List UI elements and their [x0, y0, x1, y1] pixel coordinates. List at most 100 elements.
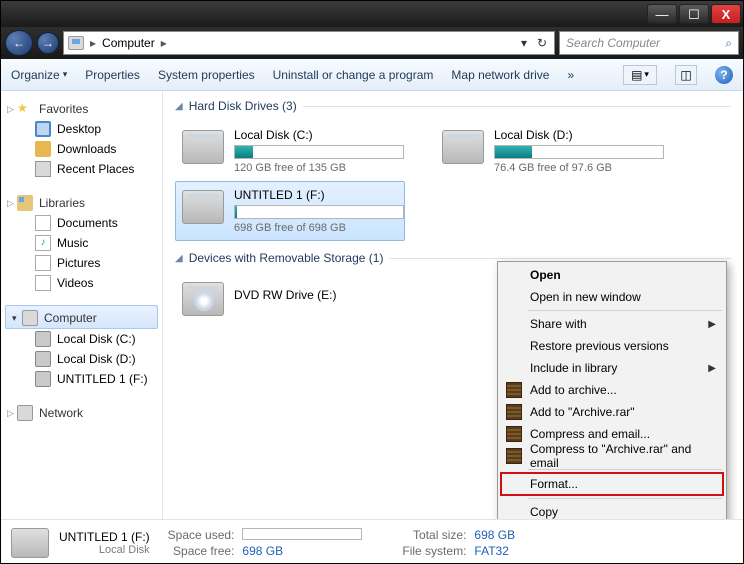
help-icon: ?	[720, 68, 727, 82]
caret-down-icon: ◢	[175, 101, 183, 112]
sidebar-favorites[interactable]: ▷★Favorites	[1, 97, 162, 119]
drive-dvd-rw[interactable]: DVD RW Drive (E:)	[175, 273, 405, 323]
pictures-icon	[35, 255, 51, 271]
ctx-add-archive[interactable]: Add to archive...	[500, 379, 724, 401]
minimize-icon: —	[656, 8, 669, 21]
address-bar[interactable]: ▸ Computer ▸ ▾ ↻	[63, 31, 555, 55]
ctx-include-library[interactable]: Include in library▶	[500, 357, 724, 379]
hdd-icon	[182, 190, 224, 224]
search-icon[interactable]: ⌕	[725, 36, 732, 51]
submenu-arrow-icon: ▶	[708, 363, 716, 374]
help-button[interactable]: ?	[715, 66, 733, 84]
ctx-add-archive-rar[interactable]: Add to "Archive.rar"	[500, 401, 724, 423]
address-dropdown[interactable]: ▾	[516, 36, 532, 50]
capacity-bar	[234, 145, 404, 159]
sidebar-disk-d[interactable]: Local Disk (D:)	[1, 349, 162, 369]
sidebar-documents[interactable]: Documents	[1, 213, 162, 233]
ctx-restore-versions[interactable]: Restore previous versions	[500, 335, 724, 357]
properties-button[interactable]: Properties	[85, 68, 140, 82]
navigation-pane: ▷★Favorites Desktop Downloads Recent Pla…	[1, 91, 163, 519]
drive-free-text: 698 GB free of 698 GB	[234, 222, 404, 234]
sidebar-downloads[interactable]: Downloads	[1, 139, 162, 159]
system-properties-button[interactable]: System properties	[158, 68, 255, 82]
organize-menu[interactable]: Organize	[11, 68, 67, 82]
computer-icon	[68, 36, 84, 50]
details-space-free-value: 698 GB	[242, 544, 362, 558]
desktop-icon	[35, 121, 51, 137]
command-bar: Organize Properties System properties Un…	[1, 59, 743, 91]
sidebar-disk-c[interactable]: Local Disk (C:)	[1, 329, 162, 349]
star-icon: ★	[17, 101, 33, 117]
hdd-icon	[182, 130, 224, 164]
sidebar-network[interactable]: ▷Network	[1, 401, 162, 423]
preview-pane-button[interactable]: ◫	[675, 65, 697, 85]
drive-local-c[interactable]: Local Disk (C:) 120 GB free of 135 GB	[175, 121, 405, 181]
details-name: UNTITLED 1 (F:)	[59, 530, 150, 544]
ctx-compress-rar-email[interactable]: Compress to "Archive.rar" and email	[500, 445, 724, 467]
overflow-chevron-icon[interactable]: »	[567, 68, 574, 82]
refresh-button[interactable]: ↻	[534, 36, 550, 50]
hdd-icon	[442, 130, 484, 164]
sidebar-recent-places[interactable]: Recent Places	[1, 159, 162, 179]
search-input[interactable]: Search Computer ⌕	[559, 31, 739, 55]
sidebar-music[interactable]: ♪Music	[1, 233, 162, 253]
computer-icon	[22, 310, 38, 326]
capacity-bar	[494, 145, 664, 159]
back-icon: ←	[13, 36, 25, 50]
details-total-size-label: Total size:	[402, 528, 466, 542]
titlebar: — ☐ X	[1, 1, 743, 27]
context-menu: Open Open in new window Share with▶ Rest…	[497, 261, 727, 519]
rar-icon	[506, 382, 522, 398]
documents-icon	[35, 215, 51, 231]
sidebar-libraries[interactable]: ▷Libraries	[1, 191, 162, 213]
sidebar-computer[interactable]: ▾Computer	[5, 305, 158, 329]
map-drive-button[interactable]: Map network drive	[451, 68, 549, 82]
submenu-arrow-icon: ▶	[708, 319, 716, 330]
details-used-bar	[242, 528, 362, 540]
back-button[interactable]: ←	[5, 30, 33, 56]
maximize-button[interactable]: ☐	[679, 4, 709, 24]
drive-name: Local Disk (C:)	[234, 128, 404, 142]
drive-free-text: 76.4 GB free of 97.6 GB	[494, 162, 664, 174]
navigation-bar: ← → ▸ Computer ▸ ▾ ↻ Search Computer ⌕	[1, 27, 743, 59]
close-button[interactable]: X	[711, 4, 741, 24]
rar-icon	[506, 404, 522, 420]
drive-name: DVD RW Drive (E:)	[234, 288, 398, 302]
hdd-icon	[35, 351, 51, 367]
hdd-icon	[11, 528, 49, 558]
ctx-share-with[interactable]: Share with▶	[500, 313, 724, 335]
capacity-fill	[235, 206, 237, 218]
sidebar-disk-f[interactable]: UNTITLED 1 (F:)	[1, 369, 162, 389]
network-icon	[17, 405, 33, 421]
hdd-icon	[35, 331, 51, 347]
forward-button[interactable]: →	[37, 32, 59, 54]
ctx-open[interactable]: Open	[500, 264, 724, 286]
view-icon: ▤	[631, 68, 642, 82]
capacity-fill	[495, 146, 532, 158]
drive-untitled-f[interactable]: UNTITLED 1 (F:) 698 GB free of 698 GB	[175, 181, 405, 241]
separator	[528, 310, 722, 311]
details-filesystem-value: FAT32	[474, 544, 515, 558]
drive-local-d[interactable]: Local Disk (D:) 76.4 GB free of 97.6 GB	[435, 121, 665, 181]
sidebar-pictures[interactable]: Pictures	[1, 253, 162, 273]
main-content: ◢Hard Disk Drives (3) Local Disk (C:) 12…	[163, 91, 743, 519]
details-filesystem-label: File system:	[402, 544, 466, 558]
ctx-format[interactable]: Format...	[500, 472, 724, 496]
minimize-button[interactable]: —	[647, 4, 677, 24]
ctx-open-new-window[interactable]: Open in new window	[500, 286, 724, 308]
breadcrumb-computer[interactable]: Computer	[102, 36, 155, 50]
sidebar-videos[interactable]: Videos	[1, 273, 162, 293]
rar-icon	[506, 448, 522, 464]
view-options-button[interactable]: ▤▾	[623, 65, 657, 85]
music-icon: ♪	[35, 235, 51, 251]
maximize-icon: ☐	[688, 8, 700, 21]
downloads-icon	[35, 141, 51, 157]
sidebar-desktop[interactable]: Desktop	[1, 119, 162, 139]
section-hard-disk-drives[interactable]: ◢Hard Disk Drives (3)	[175, 99, 731, 113]
caret-down-icon: ◢	[175, 253, 183, 264]
rar-icon	[506, 426, 522, 442]
uninstall-button[interactable]: Uninstall or change a program	[273, 68, 434, 82]
explorer-window: — ☐ X ← → ▸ Computer ▸ ▾ ↻ Search Comput…	[0, 0, 744, 564]
recent-places-icon	[35, 161, 51, 177]
ctx-copy[interactable]: Copy	[500, 501, 724, 519]
